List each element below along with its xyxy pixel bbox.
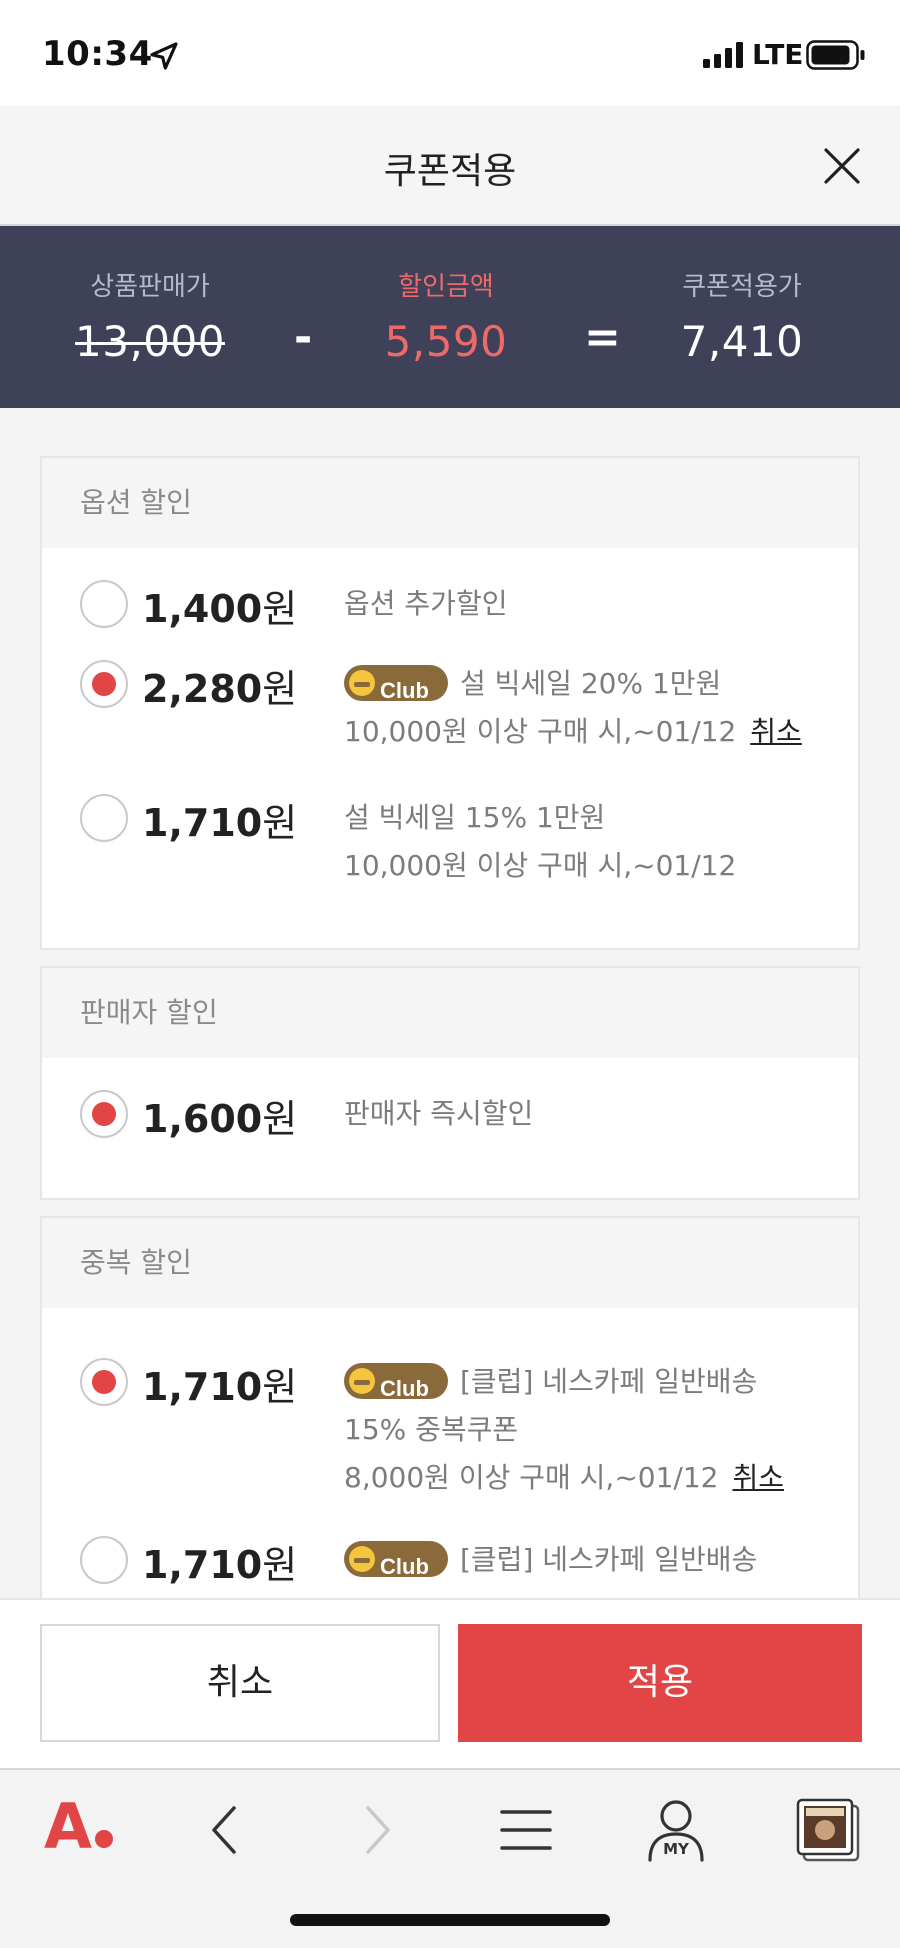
amount-value: 1,600 [142, 1097, 263, 1141]
original-price: 상품판매가 13,000 [20, 266, 280, 366]
coupon-desc: 옵션 추가할인 [344, 587, 508, 620]
final-price: 쿠폰적용가 7,410 [612, 266, 872, 366]
coupon-desc-text: 설 빅세일 15% 1만원 [344, 801, 606, 834]
coupon-desc-text: [클럽] 네스카페 일반배송 [460, 1365, 758, 1398]
amount-value: 2,280 [142, 667, 263, 711]
radio-button[interactable] [80, 660, 128, 708]
price-summary: 상품판매가 13,000 할인금액 5,590 쿠폰적용가 7,410 [0, 226, 900, 408]
radio-button[interactable] [80, 1536, 128, 1584]
menu-icon[interactable] [486, 1790, 566, 1870]
final-price-label: 쿠폰적용가 [682, 272, 802, 302]
coupon-condition: 10,000원 이상 구매 시,~01/12 [344, 849, 737, 882]
coupon-desc-line: Club [클럽] 네스카페 일반배송 [344, 1358, 784, 1406]
close-icon[interactable] [822, 146, 862, 186]
coupon-desc-line: Club [클럽] 네스카페 일반배송 [344, 1536, 757, 1584]
radio-button[interactable] [80, 1358, 128, 1406]
status-time: 10:34 [42, 34, 153, 74]
coupon-desc: 설 빅세일 15% 1만원 10,000원 이상 구매 시,~01/12 [344, 794, 736, 890]
minus-sign: - [294, 312, 313, 363]
action-bar: 취소 적용 [0, 1598, 900, 1768]
option-discount-section: 옵션 할인 1,400원 옵션 추가할인 2,280원 Club 설 빅세일 20… [40, 456, 860, 950]
original-price-value: 13,000 [75, 317, 225, 366]
modal-header: 쿠폰적용 [0, 106, 900, 226]
amount-value: 1,710 [142, 1365, 263, 1409]
coupon-amount: 2,280원 [142, 658, 297, 713]
coupon-desc-line: Club 설 빅세일 20% 1만원 [344, 660, 802, 708]
coupon-condition: 8,000원 이상 구매 시,~01/12 [344, 1461, 719, 1494]
club-badge-text: Club [380, 678, 429, 703]
radio-button[interactable] [80, 580, 128, 628]
discount-amount: 할인금액 5,590 [316, 266, 576, 366]
recent-product-button[interactable] [790, 1790, 870, 1870]
radio-button[interactable] [80, 794, 128, 842]
my-page-button[interactable]: MY [636, 1790, 716, 1870]
network-label: LTE [752, 38, 804, 71]
signal-bars-icon [703, 42, 743, 68]
original-price-label: 상품판매가 [90, 272, 210, 302]
club-badge-text: Club [380, 1554, 429, 1579]
user-icon [648, 1800, 704, 1862]
amount-value: 1,710 [142, 801, 263, 845]
duplicate-discount-section: 중복 할인 1,710원 Club [클럽] 네스카페 일반배송 15% 중복쿠폰… [40, 1216, 860, 1616]
section-title: 중복 할인 [42, 1218, 858, 1308]
section-title: 판매자 할인 [42, 968, 858, 1058]
apply-button[interactable]: 적용 [458, 1624, 862, 1742]
coupon-amount: 1,710원 [142, 792, 297, 847]
equals-sign: = [584, 312, 621, 363]
coupon-desc: Club [클럽] 네스카페 일반배송 [344, 1536, 757, 1584]
club-badge-text: Club [380, 1376, 429, 1401]
coupon-condition: 10,000원 이상 구매 시,~01/12 [344, 715, 737, 748]
club-badge: Club [344, 1363, 448, 1401]
club-badge: Club [344, 665, 448, 703]
coupon-desc: Club 설 빅세일 20% 1만원 10,000원 이상 구매 시,~01/12… [344, 660, 802, 756]
home-logo[interactable]: A [44, 1790, 113, 1863]
my-label: MY [663, 1840, 689, 1858]
logo-dot [94, 1830, 113, 1848]
cancel-link[interactable]: 취소 [750, 715, 802, 748]
coupon-amount: 1,400원 [142, 578, 297, 633]
coupon-amount: 1,600원 [142, 1088, 297, 1143]
amount-unit: 원 [262, 1097, 298, 1141]
club-coin-icon [349, 1368, 375, 1394]
status-bar: 10:34 LTE [0, 0, 900, 106]
club-coin-icon [349, 1546, 375, 1572]
forward-icon[interactable] [336, 1790, 416, 1870]
page-title: 쿠폰적용 [383, 151, 517, 192]
coupon-amount: 1,710원 [142, 1356, 297, 1411]
amount-unit: 원 [262, 1365, 298, 1409]
discount-amount-label: 할인금액 [398, 272, 494, 302]
section-title: 옵션 할인 [42, 458, 858, 548]
amount-value: 1,400 [142, 587, 263, 631]
logo-letter: A [44, 1790, 92, 1863]
coupon-desc-text: 설 빅세일 20% 1만원 [460, 667, 722, 700]
coupon-condition-line: 8,000원 이상 구매 시,~01/12 취소 [344, 1454, 784, 1502]
coupon-desc: 판매자 즉시할인 [344, 1097, 534, 1130]
coupon-desc-text: [클럽] 네스카페 일반배송 [460, 1543, 758, 1576]
amount-unit: 원 [262, 1543, 298, 1587]
home-indicator [290, 1914, 610, 1926]
amount-value: 1,710 [142, 1543, 263, 1587]
coupon-condition-line: 10,000원 이상 구매 시,~01/12 취소 [344, 708, 802, 756]
location-arrow-icon [150, 42, 178, 70]
amount-unit: 원 [262, 667, 298, 711]
coupon-desc: Club [클럽] 네스카페 일반배송 15% 중복쿠폰 8,000원 이상 구매… [344, 1358, 784, 1502]
cancel-button[interactable]: 취소 [40, 1624, 440, 1742]
seller-discount-section: 판매자 할인 1,600원 판매자 즉시할인 [40, 966, 860, 1200]
club-badge: Club [344, 1541, 448, 1579]
final-price-value: 7,410 [680, 317, 804, 366]
coupon-desc-text: 15% 중복쿠폰 [344, 1413, 519, 1446]
radio-button[interactable] [80, 1090, 128, 1138]
cancel-link[interactable]: 취소 [732, 1461, 784, 1494]
recent-product-thumbnail-icon [796, 1798, 860, 1862]
coupon-amount: 1,710원 [142, 1534, 297, 1589]
back-icon[interactable] [186, 1790, 266, 1870]
discount-amount-value: 5,590 [384, 317, 508, 366]
amount-unit: 원 [262, 801, 298, 845]
club-coin-icon [349, 670, 375, 696]
battery-icon [806, 40, 865, 70]
amount-unit: 원 [262, 587, 298, 631]
